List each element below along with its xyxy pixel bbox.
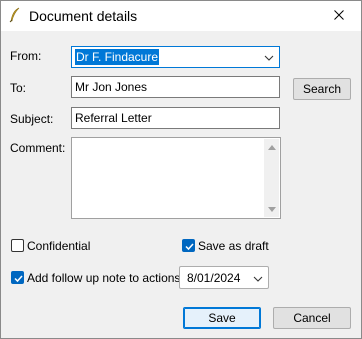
quill-icon bbox=[8, 7, 22, 23]
title-bar: Document details bbox=[1, 1, 361, 31]
from-dropdown[interactable]: Dr F. Findacure bbox=[71, 46, 280, 68]
from-value: Dr F. Findacure bbox=[75, 49, 160, 65]
follow-up-date-picker[interactable]: 8/01/2024 bbox=[179, 266, 269, 289]
to-value: Mr Jon Jones bbox=[75, 80, 148, 94]
chevron-down-icon bbox=[252, 273, 264, 283]
comment-label: Comment: bbox=[10, 141, 66, 155]
scroll-up-icon[interactable] bbox=[264, 139, 279, 154]
from-label: From: bbox=[10, 49, 42, 63]
confidential-label: Confidential bbox=[27, 239, 91, 253]
comment-scrollbar[interactable] bbox=[264, 139, 279, 217]
subject-field[interactable]: Referral Letter bbox=[71, 107, 280, 129]
checkmark-icon bbox=[14, 275, 23, 283]
to-label: To: bbox=[10, 81, 27, 95]
checkmark-icon bbox=[185, 243, 194, 251]
subject-value: Referral Letter bbox=[75, 111, 152, 125]
close-button[interactable] bbox=[317, 1, 361, 31]
follow-up-checkbox[interactable] bbox=[11, 271, 24, 284]
save-as-draft-label: Save as draft bbox=[198, 239, 269, 253]
scroll-down-icon[interactable] bbox=[264, 202, 279, 217]
save-as-draft-checkbox[interactable] bbox=[182, 239, 195, 252]
cancel-button[interactable]: Cancel bbox=[273, 307, 351, 329]
comment-textarea[interactable] bbox=[71, 137, 281, 219]
search-button[interactable]: Search bbox=[293, 78, 351, 100]
follow-up-label: Add follow up note to actions bbox=[27, 271, 181, 285]
chevron-down-icon bbox=[263, 52, 275, 62]
document-details-dialog: Document details From: Dr F. Findacure T… bbox=[0, 0, 362, 339]
follow-up-date-value: 8/01/2024 bbox=[187, 270, 241, 285]
close-icon bbox=[334, 9, 344, 23]
window-title: Document details bbox=[29, 8, 138, 24]
to-field[interactable]: Mr Jon Jones bbox=[71, 76, 280, 98]
confidential-checkbox[interactable] bbox=[11, 239, 24, 252]
subject-label: Subject: bbox=[10, 112, 54, 126]
save-button[interactable]: Save bbox=[183, 307, 261, 329]
